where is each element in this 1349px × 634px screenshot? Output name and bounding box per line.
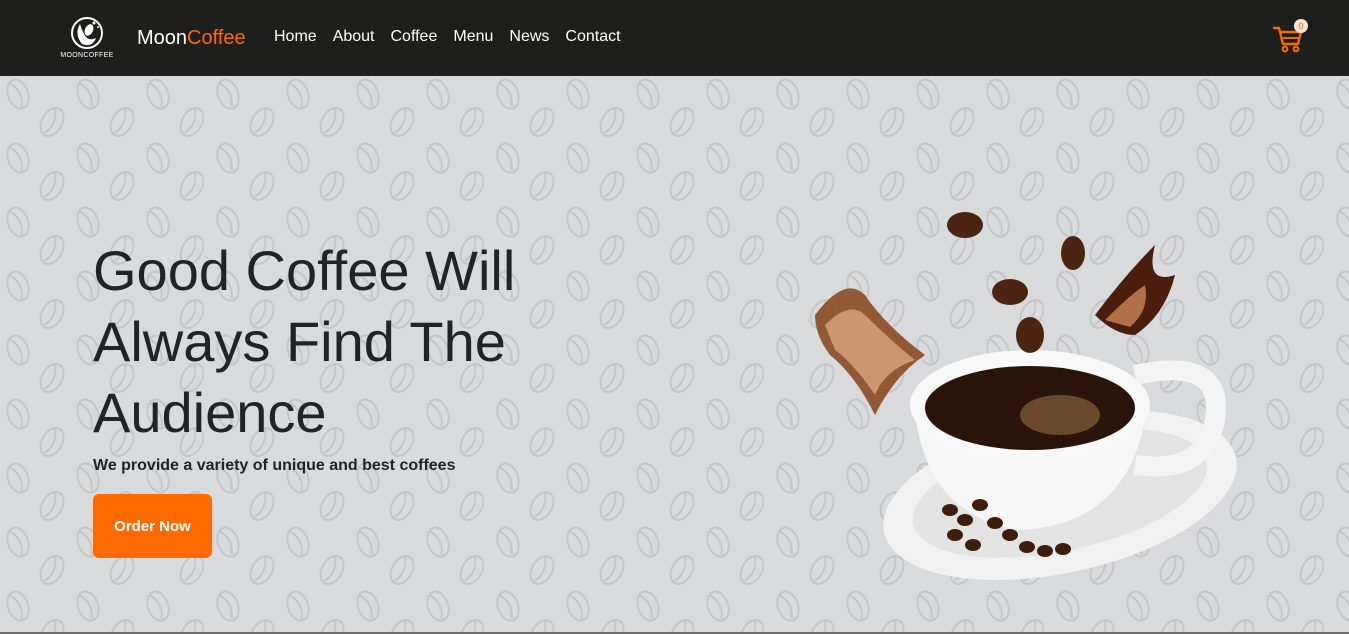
nav-link-about[interactable]: About	[333, 27, 375, 47]
nav-link-news[interactable]: News	[509, 27, 549, 47]
brand-accent: Coffee	[187, 27, 246, 49]
nav-links: Home About Coffee Menu News Contact	[274, 27, 621, 47]
brand-name[interactable]: MoonCoffee	[137, 25, 246, 51]
logo-text: MOONCOFFEE	[60, 52, 114, 59]
nav-link-home[interactable]: Home	[274, 27, 317, 47]
coffee-cup-splash-illustration	[815, 212, 1237, 580]
order-now-button[interactable]: Order Now	[93, 494, 212, 558]
moon-coffee-logo-icon	[71, 17, 103, 49]
headline-line-2: Always Find The	[93, 310, 506, 373]
logo[interactable]: MOONCOFFEE	[58, 14, 116, 64]
hero-subtext: We provide a variety of unique and best …	[93, 457, 456, 474]
hero-headline: Good Coffee Will Always Find The Audienc…	[93, 235, 653, 448]
cart-count-badge: 0	[1294, 19, 1308, 33]
headline-line-3: Audience	[93, 381, 327, 444]
nav-link-contact[interactable]: Contact	[565, 27, 620, 47]
coffee-cup-image	[805, 205, 1245, 590]
nav-link-menu[interactable]: Menu	[453, 27, 493, 47]
brand-primary: Moon	[137, 27, 188, 49]
top-navbar: MOONCOFFEE MoonCoffee Home About Coffee …	[0, 0, 1349, 76]
nav-link-coffee[interactable]: Coffee	[391, 27, 438, 47]
headline-line-1: Good Coffee Will	[93, 239, 516, 302]
